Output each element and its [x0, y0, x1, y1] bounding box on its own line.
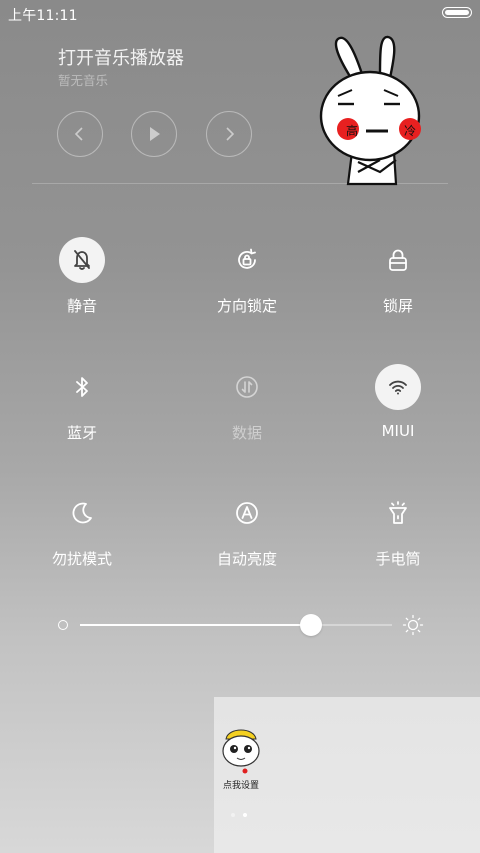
- toggle-label: 数据: [231, 424, 262, 442]
- battery-icon: [442, 7, 472, 18]
- toggle-label: 静音: [66, 297, 97, 315]
- page-dot: [231, 813, 235, 817]
- music-player-title[interactable]: 打开音乐播放器: [58, 44, 184, 70]
- rabbit-sticker[interactable]: [318, 34, 430, 188]
- previous-track-button[interactable]: [57, 111, 103, 157]
- toggle-label: MIUI: [381, 422, 415, 440]
- play-button[interactable]: [131, 111, 177, 157]
- toggle-label: 勿扰模式: [51, 550, 112, 568]
- brightness-slider-thumb[interactable]: [299, 614, 322, 636]
- brightness-low-icon: [58, 620, 68, 630]
- toggle-label: 蓝牙: [66, 424, 97, 442]
- toggle-label: 方向锁定: [216, 297, 277, 315]
- toggle-label: 自动亮度: [216, 550, 277, 568]
- toggle-flashlight[interactable]: 手电筒: [338, 490, 458, 590]
- brightness-slider-fill: [80, 624, 311, 626]
- sticker-settings-label[interactable]: 点我设置: [212, 778, 270, 791]
- chevron-left-icon: [74, 127, 83, 141]
- page-dot: [243, 813, 247, 817]
- wifi-icon: [375, 364, 421, 410]
- toggle-lock[interactable]: 锁屏: [338, 237, 458, 337]
- toggle-auto-brightness[interactable]: 自动亮度: [187, 490, 307, 590]
- toggle-mobile-data[interactable]: 数据: [187, 364, 307, 464]
- flashlight-icon: [375, 490, 421, 536]
- rotation-lock-icon: [224, 237, 270, 283]
- moon-icon: [59, 490, 105, 536]
- mobile-data-icon: [224, 364, 270, 410]
- toggle-label: 锁屏: [382, 297, 413, 315]
- toggle-bluetooth[interactable]: 蓝牙: [22, 364, 142, 464]
- toggle-wifi[interactable]: MIUI: [338, 364, 458, 464]
- cheek-label-left: 高: [345, 124, 358, 138]
- status-time: 上午11:11: [8, 8, 78, 24]
- bell-off-icon: [59, 237, 105, 283]
- bluetooth-icon: [59, 364, 105, 410]
- toggle-moon[interactable]: 勿扰模式: [22, 490, 142, 590]
- toggle-rotation-lock[interactable]: 方向锁定: [187, 237, 307, 337]
- toggle-label: 手电筒: [375, 550, 421, 568]
- play-icon: [150, 127, 160, 141]
- brightness-high-icon: [402, 614, 424, 636]
- lock-icon: [375, 237, 421, 283]
- toggle-bell-off[interactable]: 静音: [22, 237, 142, 337]
- cheek-label-right: 冷: [403, 124, 416, 138]
- chevron-right-icon: [226, 127, 235, 141]
- music-status: 暂无音乐: [58, 73, 109, 88]
- next-track-button[interactable]: [206, 111, 252, 157]
- auto-brightness-icon: [224, 490, 270, 536]
